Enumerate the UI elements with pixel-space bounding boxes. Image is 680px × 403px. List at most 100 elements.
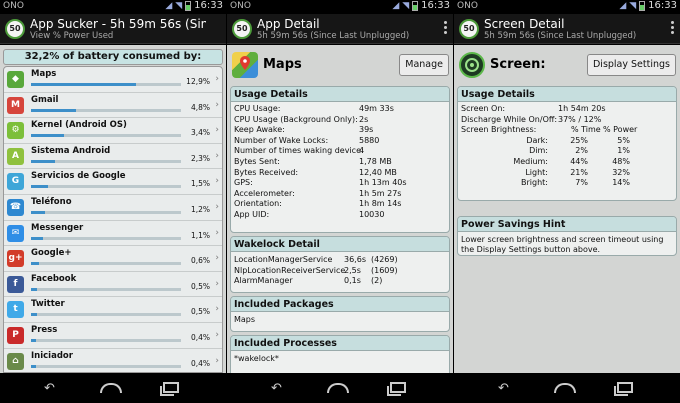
clock: 16:33 [421, 0, 450, 11]
brightness-time-percent: 44% [570, 156, 588, 166]
usage-percent: 1,2% [190, 204, 210, 214]
recent-apps-icon[interactable] [160, 382, 179, 396]
usage-detail-value: 12,40 MB [359, 167, 397, 177]
brightness-time-percent: 7% [575, 178, 588, 188]
home-icon[interactable] [327, 383, 349, 393]
app-name: Facebook [31, 273, 77, 284]
battery-icon [412, 0, 419, 11]
app-icon: G [7, 173, 24, 191]
usage-bar [31, 134, 181, 138]
chevron-right-icon: › [215, 74, 219, 84]
brightness-time-percent: 2% [575, 146, 588, 156]
usage-bar-fill [31, 236, 43, 240]
battery-badge-icon[interactable]: 50 [459, 19, 479, 39]
overflow-menu-icon[interactable] [444, 21, 448, 34]
app-name: Teléfono [31, 196, 72, 207]
brightness-level-label: Dim: [529, 146, 548, 156]
usage-bar [31, 108, 181, 112]
carrier-label: ONO [457, 1, 478, 11]
screen-on-row: Screen On: 1h 54m 20s [458, 104, 676, 115]
overflow-menu-icon[interactable] [671, 21, 675, 34]
app-name: Maps [263, 57, 302, 72]
brightness-time-percent: 21% [570, 167, 588, 177]
app-icon: ⌂ [7, 352, 24, 370]
back-icon[interactable]: ↶ [498, 381, 509, 396]
usage-bar-fill [31, 313, 37, 317]
usage-bar [31, 236, 181, 240]
screen-detail-screen: ONO ◢ ◥ 16:33 50 Screen Detail 5h 59m 56… [454, 0, 680, 403]
brightness-time-percent: 25% [570, 135, 588, 145]
display-settings-button[interactable]: Display Settings [586, 54, 676, 76]
usage-detail-row: GPS: 1h 13m 40s [231, 178, 449, 189]
wakelock-row: LocationManagerService 36,6s (4269) [231, 255, 449, 266]
usage-bar-fill [31, 287, 37, 291]
app-usage-row[interactable]: ◆ Maps 12,9% › [4, 67, 222, 93]
usage-detail-label: CPU Usage: [234, 104, 281, 113]
power-savings-hint-text: Lower screen brightness and screen timeo… [461, 235, 664, 254]
usage-detail-row: CPU Usage (Background Only): 2s [231, 115, 449, 126]
usage-percent: 0,4% [190, 332, 210, 342]
chevron-right-icon: › [215, 253, 219, 264]
app-detail-screen: ONO ◢ ◥ 16:33 50 App Detail 5h 59m 56s (… [227, 0, 453, 403]
nav-bar: ↶ [0, 373, 226, 403]
app-usage-row[interactable]: P Press 0,4% › [4, 323, 222, 349]
chevron-right-icon: › [215, 125, 219, 136]
brightness-level-label: Medium: [513, 156, 548, 166]
back-icon[interactable]: ↶ [44, 381, 55, 396]
recent-apps-icon[interactable] [387, 382, 406, 396]
wakelock-name: NlpLocationReceiverService [234, 265, 346, 275]
signal-icon: ◥ [175, 0, 183, 11]
app-usage-row[interactable]: t Twitter 0,5% › [4, 297, 222, 323]
discharge-label: Discharge While On/Off: [461, 114, 558, 124]
usage-bar-fill [31, 108, 76, 112]
title-bar: 50 App Sucker - 5h 59m 56s (Since Last U… [0, 14, 226, 44]
home-icon[interactable] [100, 383, 122, 393]
included-processes-card: Included Processes *wakelock* [230, 335, 450, 373]
usage-percent: 0,5% [190, 307, 210, 317]
screen-title: Screen Detail [484, 17, 565, 31]
wakelock-time: 2,5s [344, 265, 361, 275]
usage-bar-fill [31, 210, 45, 214]
chevron-right-icon: › [215, 99, 219, 110]
usage-detail-row: App UID: 10030 [231, 210, 449, 221]
home-icon[interactable] [554, 383, 576, 393]
view-mode-selector[interactable]: View % Power Used [30, 31, 206, 41]
app-usage-row[interactable]: ⚙ Kernel (Android OS) 3,4% › [4, 118, 222, 144]
app-usage-row[interactable]: ☎ Teléfono 1,2% › [4, 195, 222, 221]
brightness-power-percent: 14% [612, 178, 630, 188]
app-usage-row[interactable]: f Facebook 0,5% › [4, 272, 222, 298]
app-usage-row[interactable]: ⌂ Iniciador 0,4% › [4, 349, 222, 372]
app-usage-row[interactable]: g+ Google+ 0,6% › [4, 246, 222, 272]
app-name: Kernel (Android OS) [31, 120, 127, 131]
app-usage-row[interactable]: ✉ Messenger 1,1% › [4, 221, 222, 247]
app-usage-row[interactable]: M Gmail 4,8% › [4, 93, 222, 119]
app-icon: P [7, 326, 24, 344]
usage-bar [31, 313, 181, 317]
app-usage-row[interactable]: A Sistema Android 2,3% › [4, 144, 222, 170]
usage-bar [31, 185, 181, 189]
app-usage-list[interactable]: ◆ Maps 12,9% › M Gmail 4,8% › ⚙ Kernel (Android O… [3, 66, 223, 373]
usage-bar-fill [31, 364, 36, 368]
screen-title: App Sucker - 5h 59m 56s (Since Last Unpl… [30, 17, 206, 31]
clock: 16:33 [648, 0, 677, 11]
process-name: *wakelock* [234, 354, 279, 363]
app-usage-row[interactable]: G Servicios de Google 1,5% › [4, 169, 222, 195]
wakelock-detail-title: Wakelock Detail [231, 237, 449, 252]
battery-consumed-header: 32,2% of battery consumed by: [3, 49, 223, 65]
status-bar: ONO ◢ ◥ 16:33 [0, 0, 226, 13]
manage-button[interactable]: Manage [399, 54, 449, 76]
power-savings-hint-card: Power Savings Hint Lower screen brightne… [457, 216, 677, 256]
chevron-right-icon: › [215, 176, 219, 187]
discharge-row: Discharge While On/Off: 37% / 12% [458, 115, 676, 126]
usage-bar [31, 338, 181, 342]
battery-badge-icon[interactable]: 50 [5, 19, 25, 39]
battery-badge-icon[interactable]: 50 [232, 19, 252, 39]
brightness-header-row: Screen Brightness: % Time % Power [458, 125, 676, 136]
usage-details-title: Usage Details [231, 87, 449, 102]
usage-bar-fill [31, 338, 36, 342]
usage-percent: 3,4% [190, 128, 210, 138]
recent-apps-icon[interactable] [614, 382, 633, 396]
chevron-right-icon: › [215, 227, 219, 238]
back-icon[interactable]: ↶ [271, 381, 282, 396]
wakelock-name: AlarmManager [234, 276, 293, 286]
